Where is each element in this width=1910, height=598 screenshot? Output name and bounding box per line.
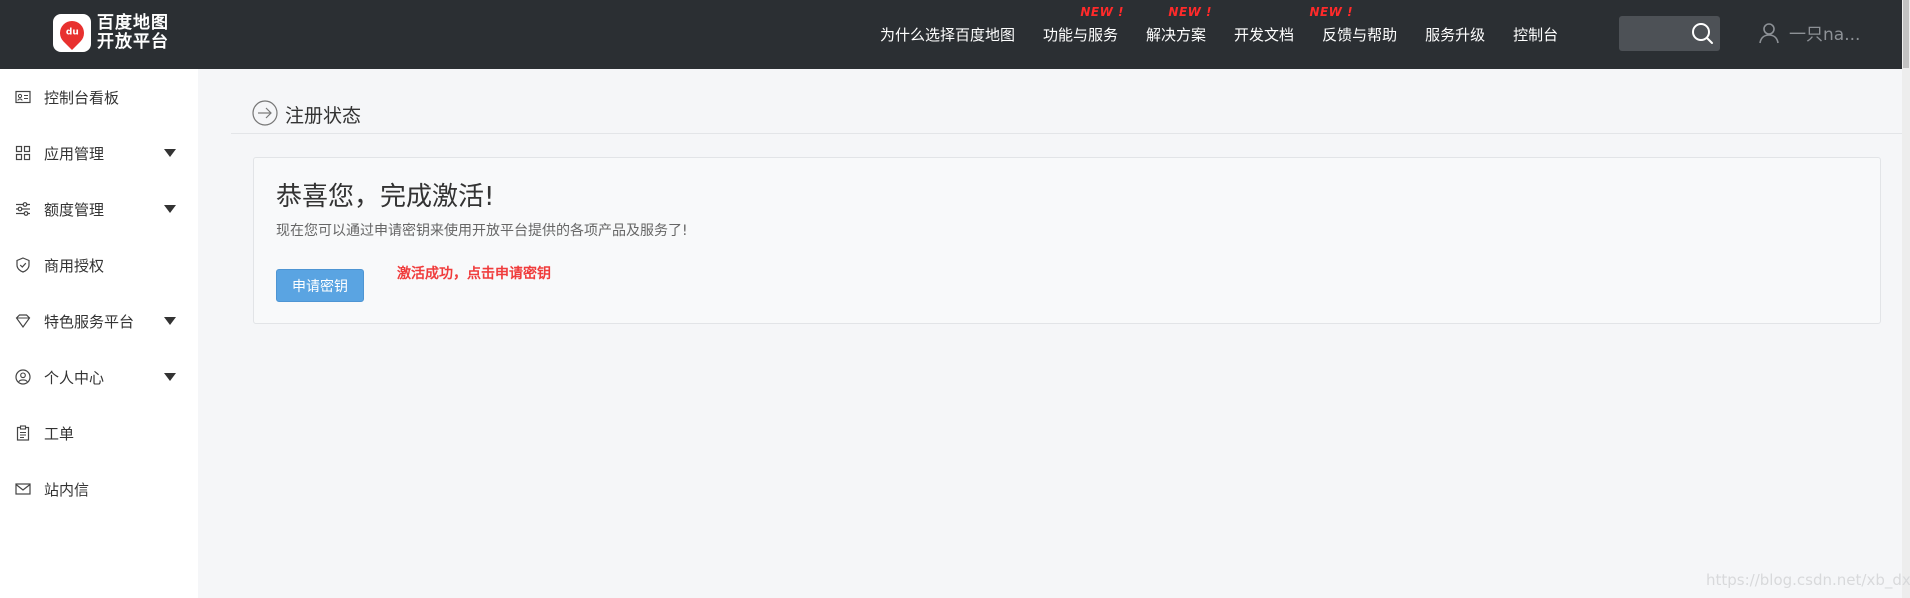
main-nav: 为什么选择百度地图 功能与服务 NEW ! 解决方案 NEW ! 开发文档 反馈… [880,0,1586,69]
nav-item-label: 控制台 [1513,26,1559,44]
sidebar-item-app-management[interactable]: 应用管理 [0,125,198,181]
page-title: 注册状态 [285,105,362,127]
search-icon[interactable] [1690,21,1714,45]
top-navigation-bar: du 百度地图 开放平台 为什么选择百度地图 功能与服务 NEW ! 解决方案 … [0,0,1902,69]
search-box [1619,16,1720,51]
activation-heading: 恭喜您，完成激活! [276,182,495,212]
logo-line-1: 百度地图 [97,13,169,33]
activation-status-card: 恭喜您，完成激活! 现在您可以通过申请密钥来使用开放平台提供的各项产品及服务了!… [253,157,1881,324]
new-badge: NEW ! [1309,5,1354,19]
nav-item-docs[interactable]: 开发文档 [1234,24,1294,45]
mail-icon [15,483,31,495]
sidebar-item-label: 控制台看板 [44,88,120,107]
sidebar-item-work-order[interactable]: 工单 [0,405,198,461]
logo-text: 百度地图 开放平台 [97,14,169,52]
nav-item-solutions[interactable]: 解决方案 NEW ! [1146,5,1212,45]
logo-mark: du [53,14,91,52]
user-name: 一只na... [1789,25,1861,45]
chevron-down-icon[interactable] [164,373,176,381]
chevron-down-icon[interactable] [164,149,176,157]
sidebar-item-label: 应用管理 [44,144,105,163]
user-menu[interactable]: 一只na... [1757,20,1860,45]
nav-item-label: 功能与服务 [1043,26,1119,44]
sidebar: 控制台看板 应用管理 额度管理 商用授权 特色服务平台 个人中心 工单 站内信 [0,69,198,598]
chevron-down-icon[interactable] [164,205,176,213]
new-badge: NEW ! [1168,5,1213,19]
apply-key-button[interactable]: 申请密钥 [276,269,364,302]
sidebar-item-personal-center[interactable]: 个人中心 [0,349,198,405]
logo-mark-text: du [65,28,79,39]
clipboard-icon [16,425,30,441]
nav-item-feedback[interactable]: 反馈与帮助 NEW ! [1309,5,1398,45]
nav-item-upgrade[interactable]: 服务升级 [1425,24,1485,45]
arrow-right-circle-icon [252,100,278,126]
dashboard-card-icon [15,90,31,104]
map-pin-icon: du [55,16,89,50]
sidebar-item-label: 站内信 [44,480,90,499]
sidebar-item-label: 工单 [44,424,75,443]
scrollbar-track[interactable] [1902,0,1910,598]
watermark: https://blog.csdn.net/xb_dxc [1706,571,1910,589]
sidebar-item-quota-management[interactable]: 额度管理 [0,181,198,237]
logo-line-2: 开放平台 [97,32,169,52]
shield-check-icon [16,257,30,273]
search-input[interactable] [1625,22,1689,46]
sidebar-item-label: 额度管理 [44,200,105,219]
sidebar-item-label: 商用授权 [44,256,105,275]
nav-item-features[interactable]: 功能与服务 NEW ! [1043,5,1124,45]
sidebar-item-inbox[interactable]: 站内信 [0,461,198,517]
grid-icon [15,145,31,161]
nav-item-label: 反馈与帮助 [1322,26,1398,44]
sidebar-item-featured-services[interactable]: 特色服务平台 [0,293,198,349]
page-header: 注册状态 [231,96,1902,134]
sidebar-item-commercial-license[interactable]: 商用授权 [0,237,198,293]
activation-description: 现在您可以通过申请密钥来使用开放平台提供的各项产品及服务了! [276,223,688,239]
sidebar-item-label: 特色服务平台 [44,312,135,331]
baidu-map-logo[interactable]: du 百度地图 开放平台 [53,12,185,54]
nav-item-label: 解决方案 [1146,26,1207,44]
nav-item-label: 服务升级 [1425,26,1486,44]
sidebar-item-label: 个人中心 [44,368,105,387]
user-circle-icon [15,369,31,385]
nav-item-console[interactable]: 控制台 [1513,24,1558,45]
activation-annotation: 激活成功，点击申请密钥 [397,266,551,282]
diamond-icon [15,314,31,329]
chevron-down-icon[interactable] [164,317,176,325]
scrollbar-thumb[interactable] [1903,0,1909,68]
user-icon [1759,22,1779,43]
sidebar-item-dashboard[interactable]: 控制台看板 [0,69,198,125]
nav-item-label: 为什么选择百度地图 [880,26,1016,44]
nav-item-label: 开发文档 [1234,26,1295,44]
new-badge: NEW ! [1080,5,1125,19]
nav-item-why-baidu[interactable]: 为什么选择百度地图 [880,24,1015,45]
sliders-icon [16,202,30,216]
